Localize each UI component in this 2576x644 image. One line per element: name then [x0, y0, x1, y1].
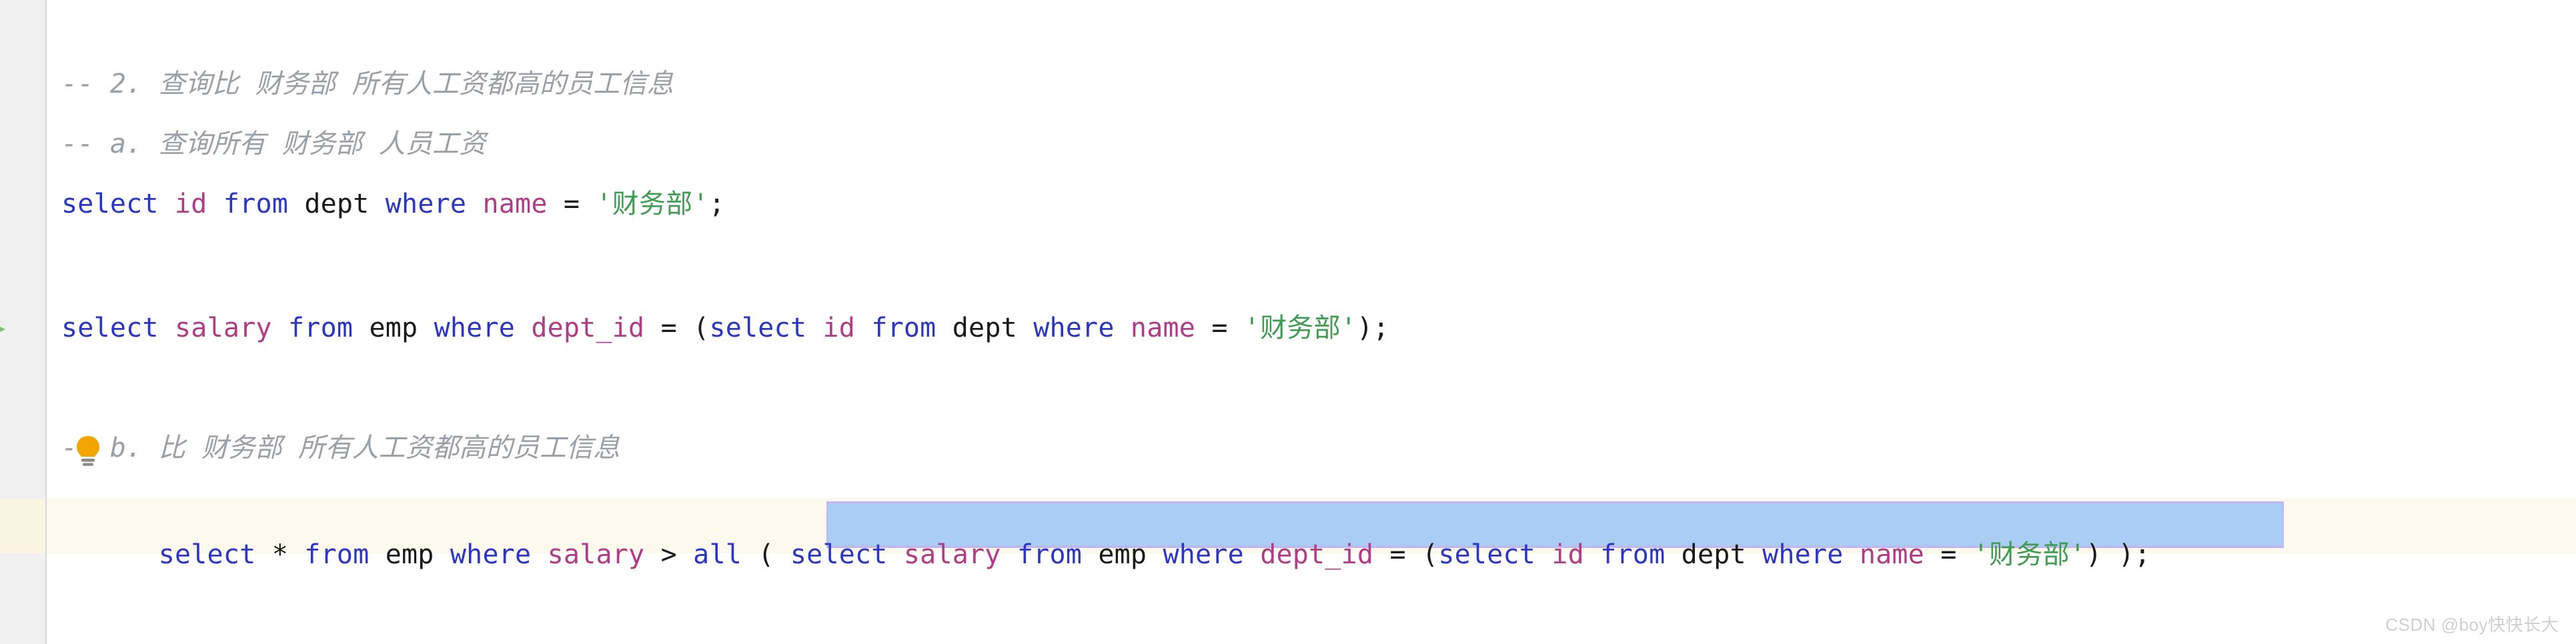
sql-token-tbl: emp — [385, 539, 434, 570]
sql-token-kw: select — [61, 313, 159, 343]
sql-token-kw: select — [158, 539, 256, 570]
sql-token-col: name — [482, 189, 548, 219]
sql-token-col: name — [1859, 539, 1924, 570]
sql-token-punc — [888, 539, 904, 570]
sql-token-col: salary — [547, 539, 645, 570]
sql-token-kw: where — [1033, 313, 1115, 343]
sql-token-kw: from — [288, 313, 354, 343]
sql-token-punc — [353, 313, 369, 343]
code-line-comment-2: -- a. 查询所有 财务部 人员工资 — [61, 129, 486, 159]
sql-token-punc — [1082, 539, 1098, 570]
sql-token-punc — [272, 313, 288, 343]
sql-token-punc — [806, 313, 822, 343]
sql-token-kw: where — [450, 539, 532, 570]
sql-token-tbl: emp — [1098, 539, 1147, 570]
sql-token-op: = — [547, 189, 596, 219]
sql-token-str: '财务部' — [1972, 539, 2086, 570]
sql-prefix-segment: select * from emp where salary > all ( — [159, 539, 790, 570]
sql-token-punc — [1665, 539, 1681, 570]
sql-token-punc — [434, 539, 450, 570]
sql-token-col: dept_id — [531, 313, 645, 343]
sql-token-punc — [936, 313, 952, 343]
sql-token-punc — [1001, 539, 1017, 570]
sql-token-punc: ); — [1357, 313, 1389, 343]
sql-token-tbl: emp — [369, 313, 418, 343]
sql-token-punc: ); — [2102, 539, 2151, 570]
sql-token-tbl: dept — [304, 189, 370, 219]
sql-token-op: = ( — [644, 313, 710, 343]
sql-token-punc — [1017, 313, 1033, 343]
sql-token-punc — [369, 539, 385, 570]
sql-token-kw: from — [304, 539, 370, 570]
sql-editor[interactable]: -- 2. 查询比 财务部 所有人工资都高的员工信息 -- a. 查询所有 财务… — [0, 0, 2576, 644]
sql-token-kw: from — [1017, 539, 1083, 570]
sql-token-punc — [255, 539, 271, 570]
code-line-sql-5[interactable]: select salary from emp where dept_id = (… — [61, 312, 1389, 344]
sql-token-punc — [466, 189, 482, 219]
sql-token-col: salary — [903, 539, 1001, 570]
lightbulb-icon[interactable] — [73, 435, 103, 469]
sql-token-kw: all — [693, 539, 742, 570]
sql-token-col: salary — [175, 313, 272, 343]
sql-token-kw: select — [790, 539, 888, 570]
sql-token-kw: where — [434, 313, 516, 343]
sql-token-punc — [288, 189, 304, 219]
sql-token-punc — [418, 313, 434, 343]
code-line-comment-7: -- b. 比 财务部 所有人工资都高的员工信息 — [61, 433, 620, 463]
sql-token-op: > — [644, 539, 694, 570]
sql-token-punc — [1147, 539, 1163, 570]
sql-token-kw: where — [385, 189, 467, 219]
code-line-sql-8[interactable]: select * from emp where salary > all ( s… — [61, 507, 2150, 603]
sql-token-col: id — [175, 189, 207, 219]
sql-token-punc — [1244, 539, 1260, 570]
sql-token-kw: from — [223, 189, 289, 219]
sql-token-kw: select — [61, 189, 159, 219]
sql-token-col: name — [1130, 313, 1196, 343]
sql-token-punc — [1746, 539, 1762, 570]
sql-token-kw: from — [871, 313, 936, 343]
sql-token-kw: from — [1600, 539, 1666, 570]
sql-token-punc: ( — [1422, 539, 1439, 570]
csdn-watermark: CSDN @boy快快长大 — [2385, 615, 2559, 635]
sql-token-punc — [1115, 313, 1131, 343]
sql-token-punc — [159, 313, 175, 343]
sql-token-punc — [288, 539, 304, 570]
sql-token-op: * — [271, 539, 288, 570]
sql-token-punc: ) — [2085, 539, 2102, 570]
sql-suffix-segment: ); — [2102, 539, 2150, 570]
sql-token-punc — [159, 189, 175, 219]
sql-token-punc — [531, 539, 547, 570]
sql-token-str: '财务部' — [596, 189, 709, 219]
sql-token-tbl: dept — [1681, 539, 1746, 570]
sql-token-punc — [207, 189, 223, 219]
sql-token-kw: where — [1163, 539, 1244, 570]
sql-token-punc — [855, 313, 871, 343]
sql-token-punc — [515, 313, 531, 343]
sql-token-str: '财务部' — [1243, 313, 1357, 343]
sql-token-punc: ( — [742, 539, 790, 570]
sql-token-kw: select — [1438, 539, 1536, 570]
sql-token-op: = — [1195, 313, 1244, 343]
code-text-area[interactable]: -- 2. 查询比 财务部 所有人工资都高的员工信息 -- a. 查询所有 财务… — [0, 0, 2576, 644]
sql-token-tbl: dept — [952, 313, 1017, 343]
sql-token-op: = — [1373, 539, 1423, 570]
sql-token-punc — [1844, 539, 1860, 570]
sql-token-kw: select — [709, 313, 807, 343]
sql-selected-segment[interactable]: select salary from emp where dept_id = (… — [790, 539, 2102, 570]
sql-token-punc — [369, 189, 385, 219]
sql-token-punc — [1535, 539, 1551, 570]
code-line-comment-1: -- 2. 查询比 财务部 所有人工资都高的员工信息 — [61, 69, 674, 99]
code-line-sql-3[interactable]: select id from dept where name = '财务部'; — [61, 188, 725, 220]
sql-token-col: dept_id — [1260, 539, 1374, 570]
sql-token-kw: where — [1762, 539, 1844, 570]
sql-token-op: = — [1924, 539, 1973, 570]
sql-token-col: id — [1551, 539, 1584, 570]
sql-token-punc — [1584, 539, 1600, 570]
sql-token-col: id — [822, 313, 856, 343]
sql-token-punc: ; — [708, 189, 725, 219]
